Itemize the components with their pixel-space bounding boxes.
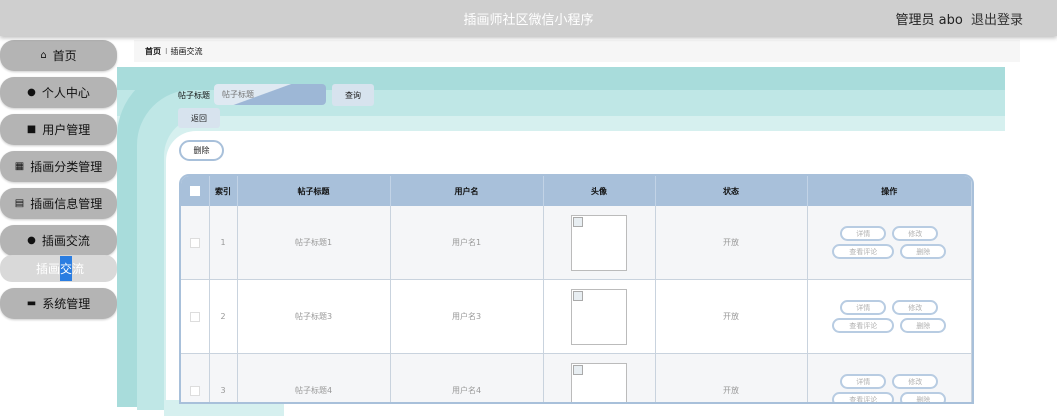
cell-username: 用户名4	[390, 353, 544, 402]
row-checkbox[interactable]	[189, 385, 200, 396]
search-input[interactable]	[214, 84, 326, 105]
cell-title: 帖子标题1	[237, 206, 391, 280]
sidebar-item-label: 个人中心	[41, 86, 90, 100]
avatar-image	[571, 362, 627, 402]
table-row: 1 帖子标题1 用户名1 开放 详情 修改 查看评论 删除	[181, 206, 972, 280]
sidebar-subitem-exchange[interactable]: 插画交流	[0, 255, 117, 282]
sidebar-item-label: 插画交流	[41, 234, 90, 248]
cell-index: 3	[209, 353, 238, 402]
sidebar-item-label: 系统管理	[42, 297, 91, 311]
table-header-row: 索引 帖子标题 用户名 头像 状态 操作	[181, 176, 972, 206]
row-actions: 详情 修改 查看评论 删除	[808, 226, 972, 259]
broken-image-icon	[573, 216, 583, 227]
user-area: 管理员 abo 退出登录	[896, 9, 1023, 28]
logout-link[interactable]: 退出登录	[971, 13, 1023, 28]
subitem-label-prefix: 插画	[36, 262, 61, 276]
column-header: 状态	[655, 176, 808, 206]
current-user: 管理员 abo	[895, 13, 963, 28]
column-header: 索引	[209, 176, 238, 206]
grid-icon: ▦	[14, 161, 25, 172]
edit-button[interactable]: 修改	[892, 374, 939, 389]
view-comments-button[interactable]: 查看评论	[832, 392, 895, 402]
sidebar-item-category[interactable]: ▦ 插画分类管理	[0, 151, 117, 182]
edit-button[interactable]: 修改	[892, 300, 939, 315]
sidebar-item-label: 插画分类管理	[30, 160, 103, 174]
search-label: 帖子标题	[178, 91, 210, 100]
sidebar-item-label: 首页	[52, 49, 77, 63]
delete-button[interactable]: 删除	[179, 140, 224, 161]
sidebar-item-label: 插画信息管理	[30, 197, 103, 211]
column-header: 操作	[807, 176, 972, 206]
sidebar-item-system[interactable]: ▬ 系统管理	[0, 288, 117, 319]
row-delete-button[interactable]: 删除	[900, 318, 947, 333]
table-row: 3 帖子标题4 用户名4 开放 详情 修改 查看评论 删除	[181, 353, 972, 402]
breadcrumb-separator-icon: ⁝	[165, 46, 168, 56]
view-comments-button[interactable]: 查看评论	[832, 244, 895, 259]
sidebar-item-users[interactable]: ■ 用户管理	[0, 114, 117, 145]
cell-status: 开放	[655, 353, 808, 402]
sidebar: ⌂ 首页 ● 个人中心 ■ 用户管理 ▦ 插画分类管理 ▤ 插画信息管理 ● 插…	[0, 36, 117, 400]
detail-button[interactable]: 详情	[840, 374, 887, 389]
cell-status: 开放	[655, 206, 808, 280]
document-icon: ▤	[14, 198, 25, 209]
sidebar-item-label: 用户管理	[42, 123, 91, 137]
avatar-image	[571, 214, 627, 271]
cell-index: 2	[209, 279, 238, 354]
column-header: 帖子标题	[237, 176, 391, 206]
printer-icon: ▬	[26, 298, 37, 309]
table-row: 2 帖子标题3 用户名3 开放 详情 修改 查看评论 删除	[181, 279, 972, 354]
query-button[interactable]: 查询	[332, 84, 374, 106]
detail-button[interactable]: 详情	[840, 300, 887, 315]
row-checkbox[interactable]	[189, 311, 200, 322]
detail-button[interactable]: 详情	[840, 226, 887, 241]
cell-title: 帖子标题4	[237, 353, 391, 402]
breadcrumb: 首页 ⁝ 插画交流	[134, 40, 1020, 62]
home-icon: ⌂	[40, 50, 47, 61]
breadcrumb-home[interactable]: 首页	[145, 46, 161, 57]
sidebar-item-home[interactable]: ⌂ 首页	[0, 40, 117, 71]
back-button[interactable]: 返回	[178, 108, 220, 128]
breadcrumb-current: 插画交流	[170, 46, 203, 56]
user-icon: ●	[27, 87, 36, 98]
briefcase-icon: ■	[26, 124, 37, 135]
select-all-checkbox[interactable]	[189, 186, 200, 196]
cell-username: 用户名1	[390, 206, 544, 280]
row-actions: 详情 修改 查看评论 删除	[808, 300, 972, 333]
edit-button[interactable]: 修改	[892, 226, 939, 241]
cell-username: 用户名3	[390, 279, 544, 354]
cell-title: 帖子标题3	[237, 279, 391, 354]
select-all-cell[interactable]	[181, 176, 210, 206]
column-header: 用户名	[390, 176, 544, 206]
row-delete-button[interactable]: 删除	[900, 392, 947, 402]
subitem-label-highlight: 交	[60, 256, 73, 281]
broken-image-icon	[573, 364, 583, 375]
subitem-label-suffix: 流	[72, 262, 85, 276]
column-header: 头像	[543, 176, 656, 206]
broken-image-icon	[573, 290, 583, 301]
data-table: 索引 帖子标题 用户名 头像 状态 操作 1 帖子标题1 用户名1 开放 详情	[179, 174, 974, 404]
cell-status: 开放	[655, 279, 808, 354]
row-checkbox[interactable]	[189, 237, 200, 248]
cell-index: 1	[209, 206, 238, 280]
sidebar-item-exchange[interactable]: ● 插画交流	[0, 225, 117, 256]
view-comments-button[interactable]: 查看评论	[832, 318, 895, 333]
location-pin-icon: ●	[27, 235, 36, 246]
avatar-image	[571, 288, 627, 345]
sidebar-item-profile[interactable]: ● 个人中心	[0, 77, 117, 108]
top-bar: 插画师社区微信小程序 管理员 abo 退出登录	[0, 0, 1057, 36]
row-delete-button[interactable]: 删除	[900, 244, 947, 259]
sidebar-item-illustration-info[interactable]: ▤ 插画信息管理	[0, 188, 117, 219]
